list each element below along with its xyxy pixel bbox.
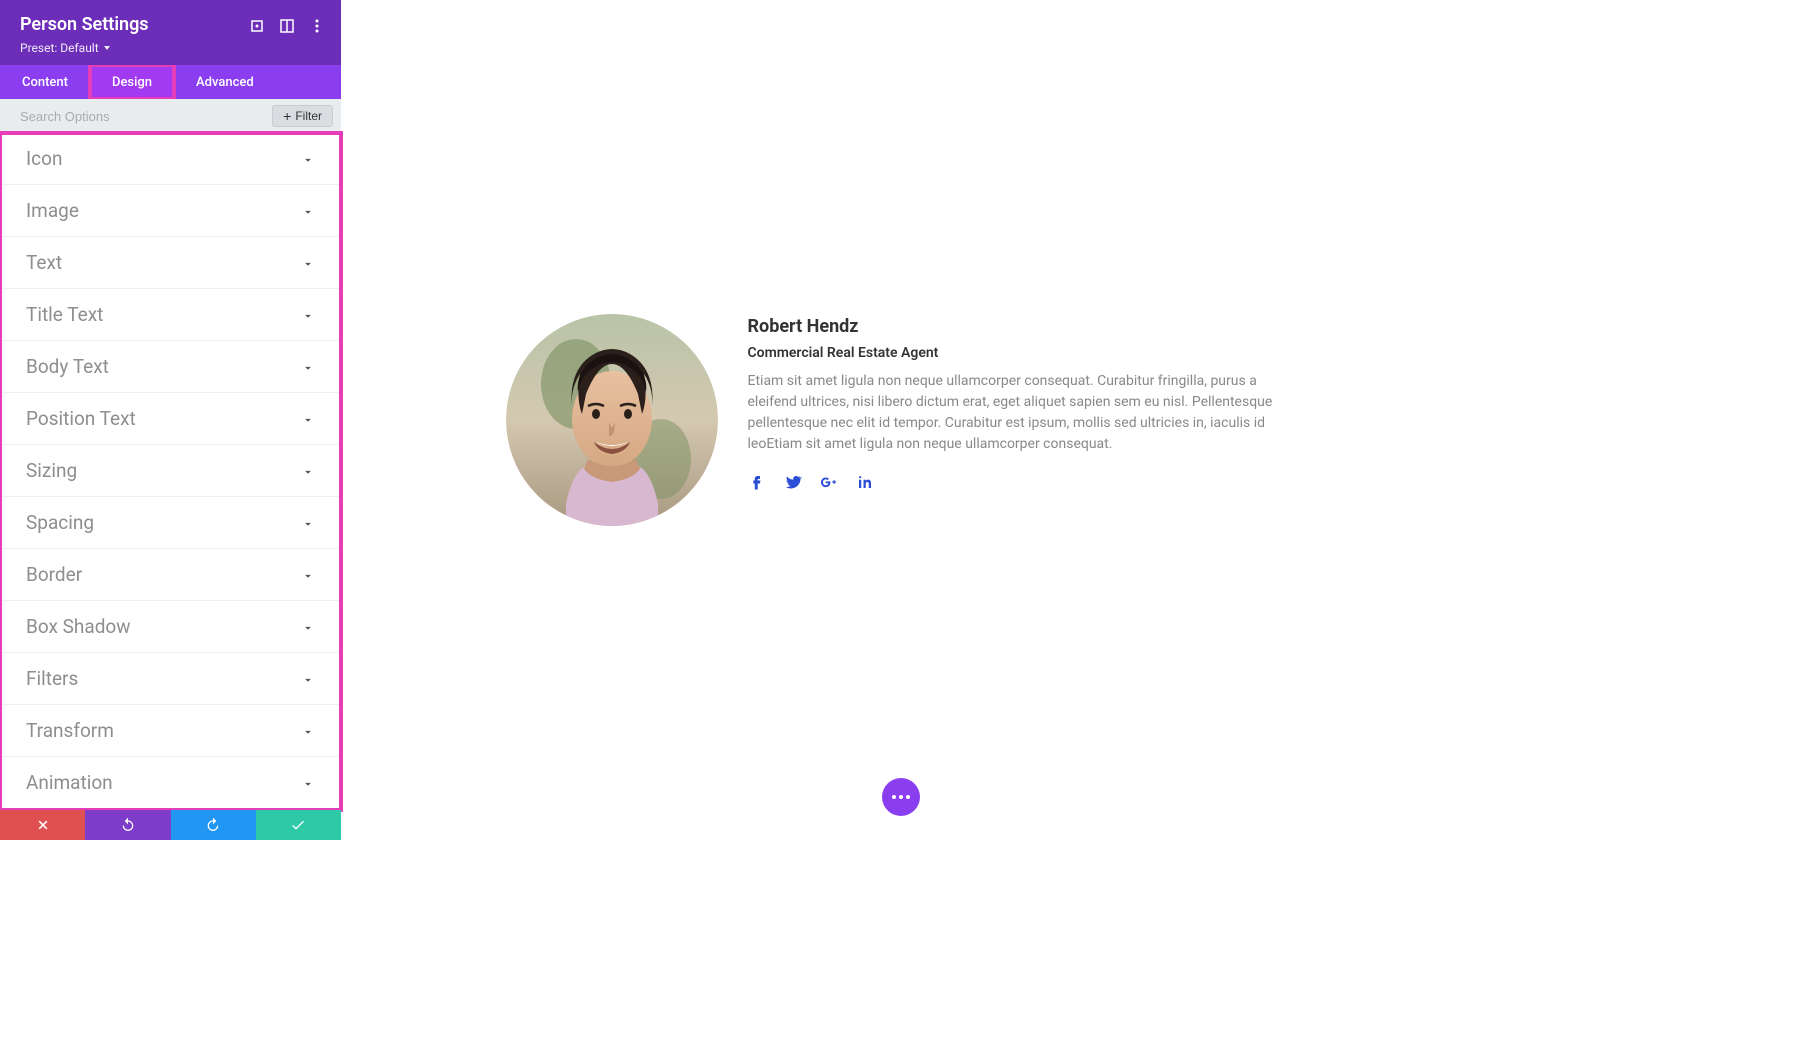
tab-advanced[interactable]: Advanced [174,65,276,99]
option-label: Body Text [26,355,109,378]
chevron-down-icon [301,672,315,686]
chevron-down-icon [301,256,315,270]
search-bar: Filter [0,99,341,133]
person-name: Robert Hendz [748,316,1296,337]
person-body: Etiam sit amet ligula non neque ullamcor… [748,371,1296,455]
option-label: Title Text [26,303,103,326]
option-box-shadow[interactable]: Box Shadow [0,601,341,653]
expand-icon[interactable] [249,18,265,34]
tabs: Content Design Advanced [0,65,341,99]
filter-button[interactable]: Filter [272,105,333,127]
chevron-down-icon [301,412,315,426]
chevron-down-icon [301,516,315,530]
option-text[interactable]: Text [0,237,341,289]
redo-button[interactable] [171,810,256,840]
linkedin-icon[interactable] [856,473,874,491]
footer-actions [0,810,341,840]
option-icon[interactable]: Icon [0,133,341,185]
option-label: Border [26,563,82,586]
option-label: Spacing [26,511,94,534]
social-links [748,473,1296,491]
option-label: Image [26,199,79,222]
facebook-icon[interactable] [748,473,766,491]
option-label: Text [26,251,62,274]
option-label: Transform [26,719,114,742]
option-sizing[interactable]: Sizing [0,445,341,497]
option-body-text[interactable]: Body Text [0,341,341,393]
chevron-down-icon [301,724,315,738]
chevron-down-icon [301,776,315,790]
person-avatar [506,314,718,526]
option-label: Filters [26,667,78,690]
cancel-button[interactable] [0,810,85,840]
more-dots-icon [892,795,910,799]
undo-button[interactable] [85,810,170,840]
option-title-text[interactable]: Title Text [0,289,341,341]
search-input[interactable] [20,109,262,124]
option-transform[interactable]: Transform [0,705,341,757]
chevron-down-icon [301,464,315,478]
option-label: Icon [26,147,62,170]
option-animation[interactable]: Animation [0,757,341,808]
person-module: Robert Hendz Commercial Real Estate Agen… [506,314,1296,526]
design-options-list: Icon Image Text Title Text Body Text Pos… [0,133,341,810]
split-view-icon[interactable] [279,18,295,34]
twitter-icon[interactable] [784,473,802,491]
tab-content[interactable]: Content [0,65,90,99]
option-label: Box Shadow [26,615,131,638]
preset-selector[interactable]: Preset: Default [20,41,321,55]
header-actions [249,18,325,34]
tab-design[interactable]: Design [90,65,174,99]
option-spacing[interactable]: Spacing [0,497,341,549]
more-icon[interactable] [309,18,325,34]
option-position-text[interactable]: Position Text [0,393,341,445]
settings-sidebar: Person Settings Preset: Default Content … [0,0,341,840]
option-label: Sizing [26,459,77,482]
header: Person Settings Preset: Default [0,0,341,65]
chevron-down-icon [301,204,315,218]
chevron-down-icon [301,620,315,634]
chevron-down-icon [301,152,315,166]
option-filters[interactable]: Filters [0,653,341,705]
option-border[interactable]: Border [0,549,341,601]
option-image[interactable]: Image [0,185,341,237]
googleplus-icon[interactable] [820,473,838,491]
option-label: Animation [26,771,113,794]
chevron-down-icon [301,568,315,582]
option-label: Position Text [26,407,136,430]
person-position: Commercial Real Estate Agent [748,345,1296,361]
fab-more-button[interactable] [882,778,920,816]
chevron-down-icon [301,360,315,374]
save-button[interactable] [256,810,341,840]
person-info: Robert Hendz Commercial Real Estate Agen… [748,314,1296,491]
chevron-down-icon [301,308,315,322]
preview-area: Robert Hendz Commercial Real Estate Agen… [341,0,1460,840]
